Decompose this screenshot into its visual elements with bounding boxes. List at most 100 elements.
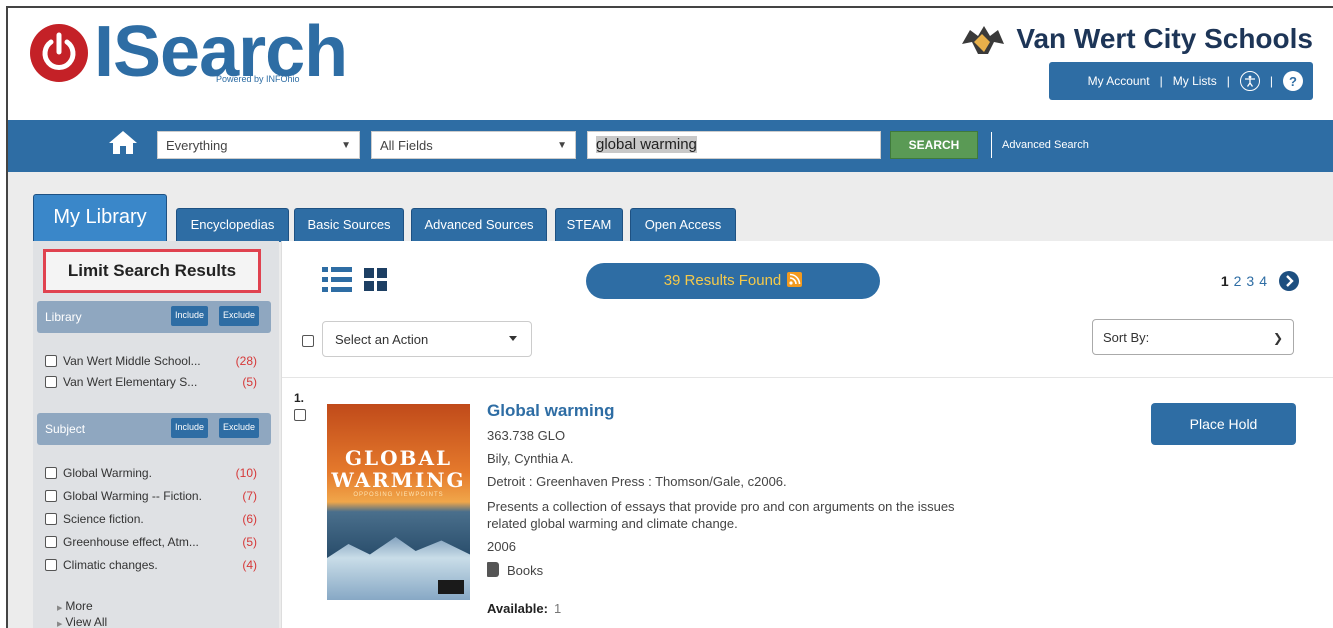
book-cover-image[interactable]: GLOBAL WARMING OPPOSING VIEWPOINTS bbox=[327, 404, 470, 600]
sort-select[interactable]: Sort By: ❯ bbox=[1092, 319, 1294, 355]
page-link[interactable]: 4 bbox=[1259, 273, 1267, 289]
record-title-link[interactable]: Global warming bbox=[487, 401, 615, 421]
more-label: More bbox=[65, 599, 93, 613]
facet-label: Greenhouse effect, Atm... bbox=[63, 535, 199, 549]
checkbox[interactable] bbox=[45, 490, 57, 502]
facet-count: (7) bbox=[242, 489, 257, 503]
help-icon[interactable]: ? bbox=[1283, 71, 1303, 91]
facet-title: Library bbox=[45, 310, 82, 324]
my-account-link[interactable]: My Account bbox=[1088, 74, 1150, 88]
scope-select[interactable]: Everything ▼ bbox=[157, 131, 360, 159]
book-icon bbox=[487, 562, 499, 577]
view-all-label: View All bbox=[65, 615, 108, 628]
select-all-checkbox[interactable] bbox=[302, 335, 314, 347]
tab-basic-sources[interactable]: Basic Sources bbox=[294, 208, 404, 242]
results-count: 39 Results Found bbox=[663, 272, 782, 289]
author: Bily, Cynthia A. bbox=[487, 451, 574, 466]
facet-label: Van Wert Elementary S... bbox=[63, 375, 198, 389]
tab-my-library[interactable]: My Library bbox=[33, 194, 167, 242]
grid-view-icon[interactable] bbox=[364, 268, 388, 292]
caret-right-icon: ▶ bbox=[57, 605, 63, 612]
search-input[interactable]: global warming bbox=[587, 131, 881, 159]
tab-advanced-sources[interactable]: Advanced Sources bbox=[411, 208, 547, 242]
tab-encyclopedias[interactable]: Encyclopedias bbox=[176, 208, 289, 242]
pagination: 1 2 3 4 bbox=[1216, 271, 1299, 291]
scope-value: Everything bbox=[166, 138, 228, 153]
list-view-icon[interactable] bbox=[322, 267, 352, 293]
checkbox[interactable] bbox=[45, 513, 57, 525]
include-button[interactable]: Include bbox=[171, 306, 209, 326]
facet-count: (10) bbox=[235, 466, 257, 480]
view-all-link[interactable]: ▶ View All bbox=[57, 615, 107, 628]
site-header: ISearch Powered by INFOhio Van Wert City… bbox=[8, 8, 1333, 120]
separator: | bbox=[1269, 74, 1273, 88]
place-hold-button[interactable]: Place Hold bbox=[1151, 403, 1296, 445]
available-label: Available: bbox=[487, 601, 548, 616]
format: Books bbox=[487, 562, 543, 578]
facet-label: Science fiction. bbox=[63, 512, 144, 526]
checkbox[interactable] bbox=[45, 559, 57, 571]
page-link[interactable]: 2 bbox=[1234, 273, 1242, 289]
separator: | bbox=[1226, 74, 1230, 88]
more-link[interactable]: ▶ More bbox=[57, 599, 93, 613]
checkbox[interactable] bbox=[45, 355, 57, 367]
search-query: global warming bbox=[596, 136, 697, 153]
chevron-down-icon: ❯ bbox=[1272, 331, 1283, 345]
exclude-button[interactable]: Exclude bbox=[219, 418, 260, 438]
description: Presents a collection of essays that pro… bbox=[487, 499, 955, 531]
search-button[interactable]: SEARCH bbox=[890, 131, 978, 159]
tab-open-access[interactable]: Open Access bbox=[630, 208, 736, 242]
exclude-button[interactable]: Exclude bbox=[219, 306, 260, 326]
checkbox[interactable] bbox=[45, 536, 57, 548]
facet-subject-header: Subject Include Exclude bbox=[37, 413, 271, 445]
rss-icon[interactable] bbox=[787, 272, 803, 287]
facet-count: (6) bbox=[242, 512, 257, 526]
available-count: 1 bbox=[553, 601, 562, 616]
facet-label: Climatic changes. bbox=[63, 558, 158, 572]
power-icon bbox=[30, 24, 88, 82]
caret-right-icon: ▶ bbox=[57, 621, 63, 628]
facet-item[interactable]: Science fiction. (6) bbox=[45, 512, 265, 526]
facet-count: (5) bbox=[242, 375, 257, 389]
checkbox[interactable] bbox=[45, 467, 57, 479]
pub-year: 2006 bbox=[487, 539, 516, 554]
account-bar: My Account | My Lists | | ? bbox=[1049, 62, 1313, 100]
search-bar: Everything ▼ All Fields ▼ global warming… bbox=[8, 120, 1333, 172]
facet-item[interactable]: Van Wert Elementary S... (5) bbox=[45, 375, 265, 389]
my-lists-link[interactable]: My Lists bbox=[1173, 74, 1217, 88]
next-page-icon[interactable] bbox=[1279, 271, 1299, 291]
facet-item[interactable]: Climatic changes. (4) bbox=[45, 558, 265, 572]
page-link[interactable]: 3 bbox=[1246, 273, 1254, 289]
checkbox[interactable] bbox=[45, 376, 57, 388]
accessibility-icon[interactable] bbox=[1239, 71, 1260, 91]
include-button[interactable]: Include bbox=[171, 418, 209, 438]
chevron-down-icon: ▼ bbox=[557, 140, 567, 151]
publisher-mark bbox=[438, 580, 464, 594]
logo-subtitle: Powered by INFOhio bbox=[216, 74, 300, 84]
action-placeholder: Select an Action bbox=[335, 332, 429, 347]
facet-item[interactable]: Global Warming -- Fiction. (7) bbox=[45, 489, 265, 503]
record-checkbox[interactable] bbox=[294, 409, 306, 421]
page-link[interactable]: 1 bbox=[1221, 273, 1229, 289]
facet-item[interactable]: Global Warming. (10) bbox=[45, 466, 265, 480]
divider bbox=[282, 377, 1333, 378]
caret-down-icon bbox=[509, 336, 517, 341]
browser-page: ISearch Powered by INFOhio Van Wert City… bbox=[6, 6, 1333, 628]
school-name: Van Wert City Schools bbox=[1016, 23, 1313, 54]
tab-steam[interactable]: STEAM bbox=[555, 208, 623, 242]
facet-item[interactable]: Greenhouse effect, Atm... (5) bbox=[45, 535, 265, 549]
field-select[interactable]: All Fields ▼ bbox=[371, 131, 576, 159]
results-count-badge: 39 Results Found bbox=[586, 263, 880, 299]
isearch-logo[interactable]: ISearch bbox=[30, 16, 348, 88]
action-select[interactable]: Select an Action bbox=[322, 321, 532, 357]
school-brand: Van Wert City Schools bbox=[960, 22, 1313, 56]
home-icon[interactable] bbox=[108, 129, 138, 155]
advanced-search-link[interactable]: Advanced Search bbox=[991, 132, 1089, 158]
facet-label: Van Wert Middle School... bbox=[63, 354, 201, 368]
call-number: 363.738 GLO bbox=[487, 428, 566, 443]
facet-count: (28) bbox=[235, 354, 257, 368]
cover-title-line: WARMING bbox=[331, 468, 466, 492]
cover-title-line: GLOBAL bbox=[344, 446, 453, 470]
facet-item[interactable]: Van Wert Middle School... (28) bbox=[45, 354, 265, 368]
chevron-down-icon: ▼ bbox=[341, 140, 351, 151]
